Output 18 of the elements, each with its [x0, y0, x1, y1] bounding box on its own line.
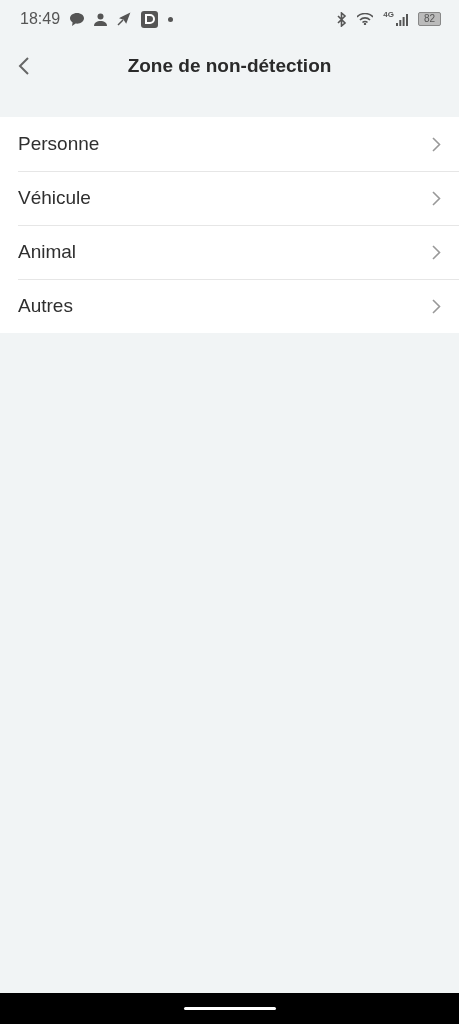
home-indicator[interactable]	[183, 1007, 276, 1010]
network-type: 4G	[383, 10, 394, 19]
chevron-left-icon	[18, 56, 30, 76]
chevron-right-icon	[432, 244, 441, 260]
battery-level: 82	[417, 12, 441, 26]
bluetooth-icon	[337, 11, 348, 27]
signal-icon	[395, 12, 408, 26]
airplane-icon	[117, 12, 132, 26]
page-title: Zone de non-détection	[127, 55, 332, 77]
chevron-right-icon	[432, 136, 441, 152]
chevron-right-icon	[432, 298, 441, 314]
chevron-right-icon	[432, 190, 441, 206]
wifi-icon	[357, 13, 374, 25]
chat-bubble-icon	[70, 12, 85, 26]
dot-icon	[168, 16, 174, 22]
person-icon	[94, 12, 108, 26]
status-time: 18:49	[20, 10, 61, 28]
app-icon	[141, 10, 159, 28]
